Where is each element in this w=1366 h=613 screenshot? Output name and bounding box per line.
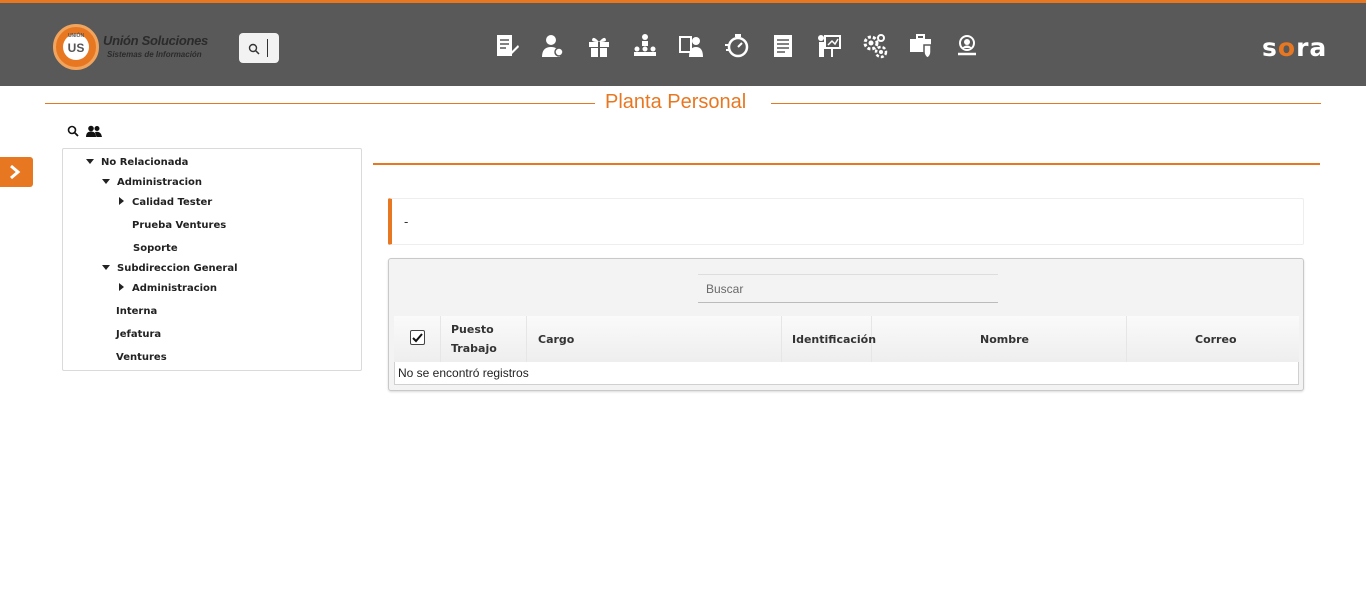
tree-node[interactable]: Administracion xyxy=(119,283,217,294)
caret-down-icon[interactable] xyxy=(86,159,94,164)
logo-badge: UNIÓN US xyxy=(53,24,99,70)
search-icon[interactable] xyxy=(67,125,79,137)
chevron-right-icon xyxy=(10,164,21,180)
company-logo[interactable]: UNIÓN US Unión Soluciones Sistemas de Inf… xyxy=(53,24,233,70)
page-title: Planta Personal xyxy=(605,91,747,113)
column-header-correo[interactable]: Correo xyxy=(1127,316,1299,362)
users-icon[interactable] xyxy=(86,125,102,137)
caret-down-icon[interactable] xyxy=(102,179,110,184)
timer-icon[interactable] xyxy=(724,33,750,59)
briefcase-shield-icon[interactable] xyxy=(908,33,934,59)
org-tree: No Relacionada Administracion Calidad Te… xyxy=(62,148,362,371)
tree-node[interactable]: Soporte xyxy=(133,243,178,254)
logo-title: Unión Soluciones xyxy=(103,33,208,48)
sidebar-toggle-button[interactable] xyxy=(0,157,33,187)
hierarchy-icon[interactable] xyxy=(632,33,658,59)
select-all-column xyxy=(394,316,441,362)
tree-node[interactable]: Prueba Ventures xyxy=(132,220,226,231)
column-header-cargo[interactable]: Cargo xyxy=(527,316,782,362)
logo-subtitle: Sistemas de Información xyxy=(107,50,202,59)
document-edit-icon[interactable] xyxy=(494,33,520,59)
table-header: Puesto Trabajo Cargo Identificación Nomb… xyxy=(394,316,1299,362)
gift-icon[interactable] xyxy=(586,33,612,59)
search-icon xyxy=(248,43,260,55)
title-rule-left xyxy=(45,103,595,104)
tree-node[interactable]: Jefatura xyxy=(116,329,161,340)
table-search-input[interactable] xyxy=(698,274,998,303)
check-icon xyxy=(412,333,423,343)
top-navbar: UNIÓN US Unión Soluciones Sistemas de Inf… xyxy=(0,0,1366,86)
tree-tools xyxy=(67,124,107,138)
gears-icon[interactable] xyxy=(862,33,888,59)
tree-node[interactable]: Ventures xyxy=(116,352,167,363)
brand-logo: sora xyxy=(1262,33,1328,62)
tree-node[interactable]: Calidad Tester xyxy=(119,197,212,208)
column-header-nombre[interactable]: Nombre xyxy=(872,316,1127,362)
global-search-button[interactable] xyxy=(239,33,279,63)
column-header-identificacion[interactable]: Identificación xyxy=(782,316,876,362)
caret-right-icon[interactable] xyxy=(119,283,124,291)
info-text: - xyxy=(404,214,409,229)
empty-message: No se encontró registros xyxy=(398,366,529,380)
select-all-checkbox[interactable] xyxy=(410,330,425,345)
report-document-icon[interactable] xyxy=(770,33,796,59)
user-card-icon[interactable] xyxy=(678,33,704,59)
caret-down-icon[interactable] xyxy=(102,265,110,270)
presentation-icon[interactable] xyxy=(816,33,842,59)
tree-node[interactable]: Interna xyxy=(116,306,157,317)
table-empty-row: No se encontró registros xyxy=(394,362,1299,385)
column-header-puesto[interactable]: Puesto Trabajo xyxy=(441,316,527,362)
tree-node[interactable]: Administracion xyxy=(102,177,202,188)
results-table: Puesto Trabajo Cargo Identificación Nomb… xyxy=(394,316,1299,386)
title-rule-right xyxy=(771,103,1321,104)
results-panel: Puesto Trabajo Cargo Identificación Nomb… xyxy=(388,258,1304,391)
tree-node[interactable]: No Relacionada xyxy=(86,157,188,168)
user-settings-icon[interactable] xyxy=(540,33,566,59)
user-search-icon[interactable] xyxy=(954,33,980,59)
info-callout: - xyxy=(388,198,1304,245)
tree-node[interactable]: Subdireccion General xyxy=(102,263,238,274)
section-divider xyxy=(373,163,1320,165)
caret-right-icon[interactable] xyxy=(119,197,124,205)
